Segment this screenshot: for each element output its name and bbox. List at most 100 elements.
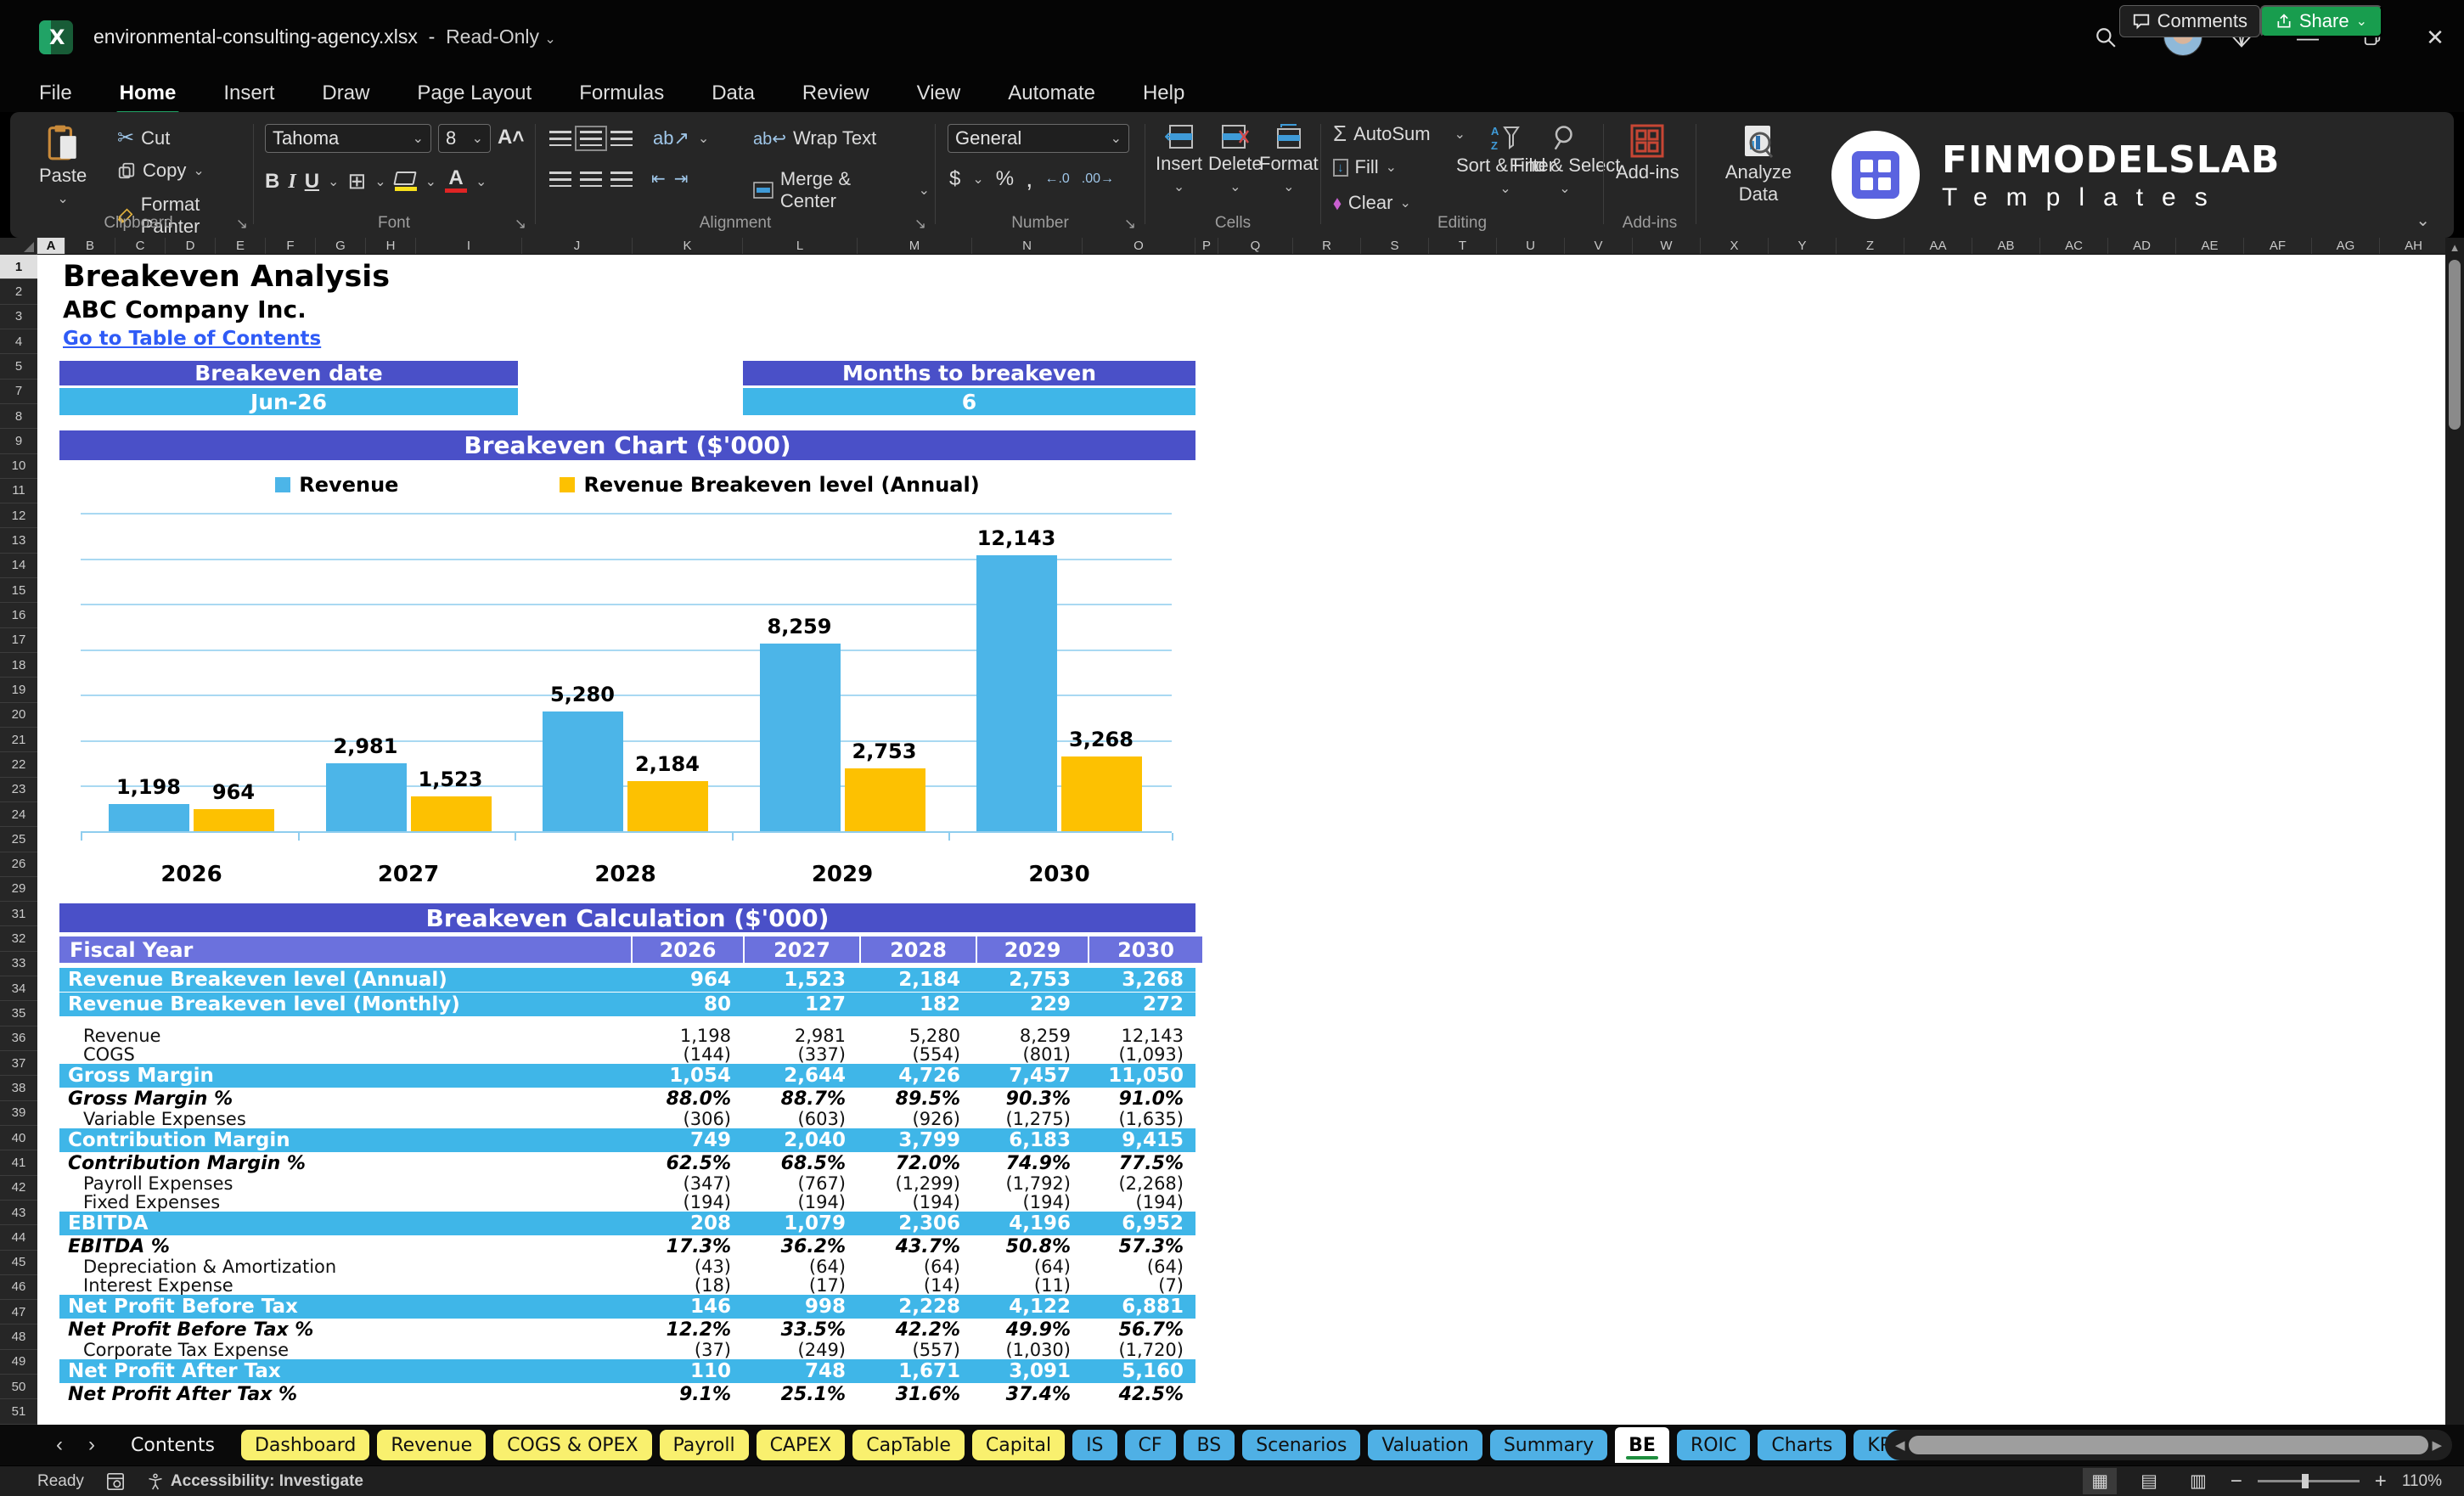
italic-button[interactable]: I	[288, 172, 295, 192]
row-header-19[interactable]: 19	[0, 678, 37, 703]
column-header-AC[interactable]: AC	[2040, 238, 2108, 254]
page-layout-view-icon[interactable]: ▤	[2132, 1468, 2166, 1494]
normal-view-icon[interactable]: ▦	[2083, 1468, 2118, 1494]
row-header-9[interactable]: 9	[0, 429, 37, 454]
scroll-up-icon[interactable]: ▲	[2445, 238, 2464, 254]
accounting-format-button[interactable]: $	[949, 167, 960, 191]
row-header-34[interactable]: 34	[0, 976, 37, 1002]
column-header-X[interactable]: X	[1701, 238, 1769, 254]
prev-sheet-icon[interactable]: ‹	[48, 1433, 71, 1457]
vertical-scrollbar[interactable]: ▲	[2445, 238, 2464, 1425]
bold-button[interactable]: B	[265, 171, 279, 191]
delete-cells-button[interactable]: Delete ⌄	[1208, 124, 1263, 195]
horizontal-scroll-thumb[interactable]	[1908, 1436, 2429, 1454]
zoom-in-icon[interactable]: +	[2375, 1470, 2387, 1493]
collapse-ribbon-icon[interactable]: ⌄	[2416, 210, 2430, 231]
addins-button[interactable]: Add-ins	[1616, 124, 1679, 183]
ribbon-tab-insert[interactable]: Insert	[218, 78, 279, 109]
font-name-select[interactable]: Tahoma ⌄	[265, 124, 431, 153]
sheet-tab-be[interactable]: BE	[1615, 1427, 1669, 1463]
column-header-AA[interactable]: AA	[1904, 238, 1972, 254]
sheet-tab-contents[interactable]: Contents	[112, 1430, 233, 1460]
sheet-tab-cogs-opex[interactable]: COGS & OPEX	[493, 1430, 652, 1460]
row-header-49[interactable]: 49	[0, 1350, 37, 1375]
sheet-tab-bs[interactable]: BS	[1183, 1430, 1235, 1460]
find-select-button[interactable]: Find & Select ⌄	[1510, 124, 1620, 197]
column-header-O[interactable]: O	[1083, 238, 1195, 254]
paste-button[interactable]: Paste ⌄	[39, 124, 87, 207]
vertical-scroll-thumb[interactable]	[2449, 260, 2461, 430]
sheet-tab-capital[interactable]: Capital	[971, 1430, 1066, 1460]
row-header-37[interactable]: 37	[0, 1051, 37, 1077]
column-header-M[interactable]: M	[858, 238, 972, 254]
column-header-S[interactable]: S	[1361, 238, 1429, 254]
ribbon-tab-formulas[interactable]: Formulas	[574, 78, 669, 109]
column-header-U[interactable]: U	[1497, 238, 1565, 254]
row-header-16[interactable]: 16	[0, 603, 37, 628]
row-header-7[interactable]: 7	[0, 380, 37, 404]
row-header-5[interactable]: 5	[0, 354, 37, 380]
align-top-button[interactable]	[549, 131, 571, 146]
insert-cells-button[interactable]: Insert ⌄	[1156, 124, 1202, 195]
wrap-text-button[interactable]: ab↩ Wrap Text	[753, 127, 876, 149]
row-header-23[interactable]: 23	[0, 778, 37, 802]
row-header-26[interactable]: 26	[0, 852, 37, 877]
row-header-18[interactable]: 18	[0, 653, 37, 678]
format-cells-button[interactable]: Format ⌄	[1259, 124, 1319, 195]
row-header-20[interactable]: 20	[0, 703, 37, 728]
alignment-dialog-launcher[interactable]: ↘	[914, 216, 926, 233]
share-button[interactable]: Share ⌄	[2259, 5, 2382, 37]
row-header-38[interactable]: 38	[0, 1076, 37, 1101]
chevron-down-icon[interactable]: ⌄	[972, 171, 983, 188]
chevron-down-icon[interactable]: ⌄	[425, 173, 436, 190]
ribbon-tab-review[interactable]: Review	[797, 78, 875, 109]
align-center-button[interactable]	[580, 171, 602, 187]
table-of-contents-link[interactable]: Go to Table of Contents	[63, 328, 321, 350]
close-button[interactable]: ✕	[2416, 19, 2454, 56]
row-header-24[interactable]: 24	[0, 802, 37, 828]
chevron-down-icon[interactable]: ⌄	[698, 130, 709, 147]
sheet-tab-payroll[interactable]: Payroll	[659, 1430, 749, 1460]
row-header-10[interactable]: 10	[0, 454, 37, 479]
row-headers[interactable]: 1 2 3 4 5 7 8 9 10 11 12 13 14 15 16 17 18 19 20 21 22 23 24 25…	[0, 255, 37, 1425]
row-header-48[interactable]: 48	[0, 1324, 37, 1350]
column-header-D[interactable]: D	[166, 238, 216, 254]
column-header-C[interactable]: C	[115, 238, 166, 254]
column-headers[interactable]: A B C D E F G H I J K L M N O P Q R S T U V W X Y Z AA AB AC AD AE AF AG…	[37, 238, 2448, 255]
column-header-AH[interactable]: AH	[2380, 238, 2448, 254]
sheet-tab-revenue[interactable]: Revenue	[377, 1430, 487, 1460]
column-header-H[interactable]: H	[366, 238, 416, 254]
sheet-tab-scenarios[interactable]: Scenarios	[1242, 1430, 1361, 1460]
row-header-44[interactable]: 44	[0, 1225, 37, 1251]
accessibility-status[interactable]: Accessibility: Investigate	[147, 1472, 363, 1491]
column-header-R[interactable]: R	[1293, 238, 1361, 254]
sheet-tab-valuation[interactable]: Valuation	[1368, 1430, 1482, 1460]
number-format-select[interactable]: General ⌄	[948, 124, 1129, 153]
row-header-42[interactable]: 42	[0, 1176, 37, 1201]
ribbon-tab-draw[interactable]: Draw	[317, 78, 374, 109]
column-header-L[interactable]: L	[743, 238, 858, 254]
number-dialog-launcher[interactable]: ↘	[1124, 216, 1136, 233]
row-header-8[interactable]: 8	[0, 404, 37, 430]
row-header-39[interactable]: 39	[0, 1101, 37, 1126]
row-header-25[interactable]: 25	[0, 827, 37, 852]
row-header-4[interactable]: 4	[0, 329, 37, 355]
ribbon-tab-file[interactable]: File	[34, 78, 77, 109]
chevron-down-icon[interactable]: ⌄	[374, 173, 385, 190]
decrease-decimal-button[interactable]: .00→	[1082, 172, 1114, 187]
spreadsheet-canvas[interactable]: Breakeven Analysis ABC Company Inc. Go t…	[37, 255, 2445, 1425]
column-header-N[interactable]: N	[972, 238, 1083, 254]
fill-button[interactable]: ↓ Fill ⌄	[1333, 156, 1397, 178]
percent-style-button[interactable]: %	[996, 167, 1014, 191]
align-left-button[interactable]	[549, 171, 571, 187]
row-header-50[interactable]: 50	[0, 1375, 37, 1400]
row-header-31[interactable]: 31	[0, 902, 37, 927]
align-bottom-button[interactable]	[610, 131, 633, 146]
column-header-I[interactable]: I	[416, 238, 522, 254]
column-header-V[interactable]: V	[1565, 238, 1633, 254]
row-header-45[interactable]: 45	[0, 1251, 37, 1275]
increase-indent-button[interactable]: ⇥	[674, 168, 689, 189]
row-header-51[interactable]: 51	[0, 1399, 37, 1425]
select-all-corner[interactable]	[0, 238, 37, 255]
font-color-button[interactable]: A	[445, 168, 468, 193]
